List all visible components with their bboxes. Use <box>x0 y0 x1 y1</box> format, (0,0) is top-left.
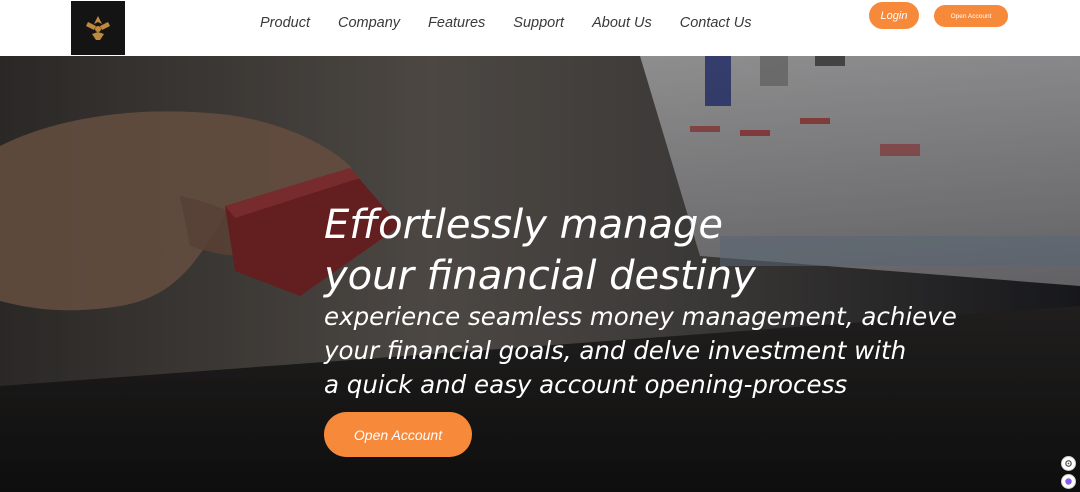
hero-subtitle-line-1: experience seamless money management, ac… <box>324 302 957 331</box>
nav-link-about-us[interactable]: About Us <box>592 15 652 31</box>
header-open-account-button[interactable]: Open Account <box>934 5 1008 27</box>
nav-link-support[interactable]: Support <box>513 15 564 31</box>
nav-link-features[interactable]: Features <box>428 15 485 31</box>
hero-subtitle-line-3: a quick and easy account opening-process <box>324 370 848 399</box>
settings-widget-icon[interactable] <box>1061 456 1076 471</box>
chat-bubble-icon <box>1065 478 1072 485</box>
chat-widget-icon[interactable] <box>1061 474 1076 489</box>
main-nav: Product Company Features Support About U… <box>260 15 779 31</box>
hero-title: Effortlessly manage your financial desti… <box>324 200 844 302</box>
nav-link-contact-us[interactable]: Contact Us <box>680 15 752 31</box>
gear-icon <box>1065 460 1072 467</box>
nav-link-product[interactable]: Product <box>260 15 310 31</box>
hero-subtitle-line-2: your financial goals, and delve investme… <box>324 336 907 365</box>
brand-logo[interactable] <box>71 1 125 55</box>
nav-link-company[interactable]: Company <box>338 15 400 31</box>
hero-title-line-1: Effortlessly manage <box>324 202 723 248</box>
hero-open-account-button[interactable]: Open Account <box>324 412 472 457</box>
top-navbar: Product Company Features Support About U… <box>0 0 1080 56</box>
login-button[interactable]: Login <box>869 2 919 29</box>
hero-title-line-2: your financial destiny <box>324 253 756 299</box>
hero-subtitle: experience seamless money management, ac… <box>324 300 1024 402</box>
hero-section: Effortlessly manage your financial desti… <box>0 56 1080 492</box>
logo-emblem-icon <box>86 16 110 40</box>
